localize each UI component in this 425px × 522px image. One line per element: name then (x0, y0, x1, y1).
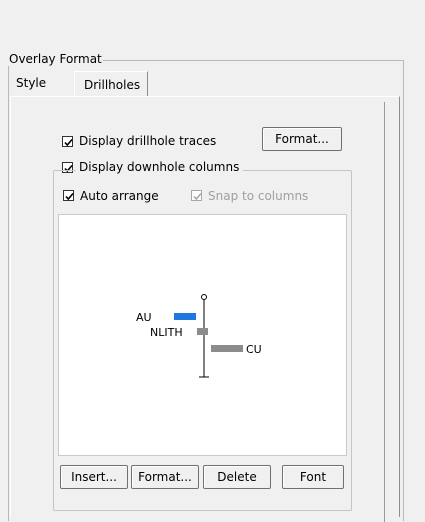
checkmark-icon (193, 192, 202, 201)
tab-drillholes-label: Drillholes (84, 78, 141, 92)
insert-button[interactable]: Insert... (60, 465, 128, 489)
column-au-bar[interactable] (174, 313, 196, 320)
auto-arrange-label: Auto arrange (80, 189, 159, 203)
format-column-button[interactable]: Format... (131, 465, 199, 489)
collar-icon (201, 294, 207, 300)
column-nlith-bar[interactable] (197, 328, 208, 335)
display-traces-label: Display drillhole traces (79, 134, 217, 148)
auto-arrange-checkbox[interactable] (63, 190, 74, 201)
delete-button[interactable]: Delete (203, 465, 271, 489)
checkmark-icon (64, 138, 73, 147)
column-au-label: AU (136, 311, 152, 324)
tab-page-divider (384, 102, 385, 522)
column-cu-label: CU (246, 343, 262, 356)
tab-style[interactable]: Style (16, 75, 46, 91)
display-columns-label: Display downhole columns (76, 160, 244, 174)
overlay-format-legend: Overlay Format (8, 52, 103, 66)
snap-to-columns-label: Snap to columns (208, 189, 309, 203)
traces-format-button[interactable]: Format... (262, 127, 342, 151)
display-traces-checkbox[interactable] (62, 136, 73, 147)
column-nlith-label: NLITH (150, 326, 183, 339)
font-button[interactable]: Font (282, 465, 344, 489)
column-cu-bar[interactable] (211, 345, 243, 352)
checkmark-icon (65, 192, 74, 201)
snap-to-columns-checkbox[interactable] (191, 190, 202, 201)
column-preview-pane[interactable]: AU NLITH CU (58, 214, 347, 456)
drillhole-preview-svg (174, 294, 243, 378)
